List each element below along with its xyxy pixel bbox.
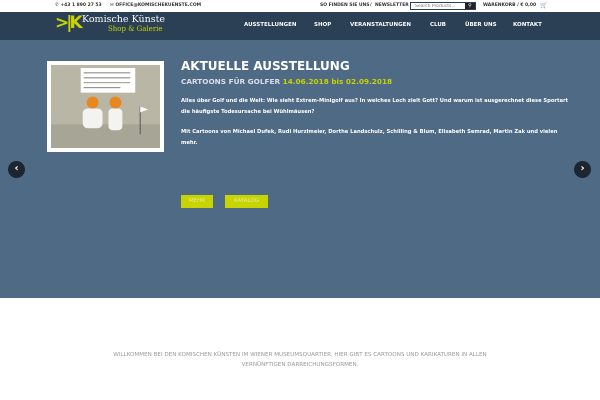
- logo-name: Komische Künste: [82, 14, 166, 25]
- cartoon-image[interactable]: [47, 61, 164, 152]
- hero-subtitle: CARTOONS FÜR GOLFER 14.06.2018 bis 02.09…: [181, 77, 392, 86]
- cart-icon[interactable]: 🛒: [540, 2, 547, 9]
- cart-link[interactable]: WARENKORB / € 0,00: [483, 3, 536, 8]
- nav-shop[interactable]: SHOP: [314, 22, 331, 28]
- logo-tagline: Shop & Galerie: [108, 25, 163, 33]
- separator: /: [370, 3, 372, 8]
- nav-ueber-uns[interactable]: ÜBER UNS: [465, 22, 497, 28]
- hero-artists: Mit Cartoons von Michael Dufek, Rudi Hur…: [181, 129, 558, 146]
- next-slide-button[interactable]: ›: [574, 161, 591, 178]
- email[interactable]: ✉ OFFICE@KOMISCHEKUENSTE.COM: [110, 3, 201, 8]
- phone[interactable]: ✆ +43 1 890 27 53: [55, 3, 102, 8]
- nav-ausstellungen[interactable]: AUSSTELLUNGEN: [244, 22, 297, 28]
- newsletter-link[interactable]: NEWSLETTER: [375, 3, 409, 8]
- welcome-text: WILLKOMMEN BEI DEN KOMISCHEN KÜNSTEN IM …: [113, 352, 487, 368]
- main-nav: >|K Komische Künste Shop & Galerie AUSST…: [0, 12, 600, 40]
- hero-title: AKTUELLE AUSSTELLUNG: [181, 59, 350, 73]
- search-box: ⚲: [410, 2, 476, 10]
- more-button[interactable]: MEHR: [181, 195, 213, 208]
- catalog-button[interactable]: KATALOG: [225, 195, 268, 208]
- nav-club[interactable]: CLUB: [430, 22, 446, 28]
- find-us-link[interactable]: SO FINDEN SIE UNS: [320, 3, 370, 8]
- logo-mark: >|K: [55, 13, 83, 33]
- nav-kontakt[interactable]: KONTAKT: [513, 22, 542, 28]
- exhibition-dates: 14.06.2018 bis 02.09.2018: [282, 77, 393, 86]
- top-bar: ✆ +43 1 890 27 53 ✉ OFFICE@KOMISCHEKUENS…: [0, 0, 600, 12]
- search-icon[interactable]: ⚲: [465, 3, 475, 9]
- hero-slider: AKTUELLE AUSSTELLUNG CARTOONS FÜR GOLFER…: [0, 40, 600, 298]
- exhibition-name: CARTOONS FÜR GOLFER: [181, 77, 281, 86]
- hero-description: Alles über Golf und die Welt: Wie sieht …: [181, 98, 568, 115]
- nav-veranstaltungen[interactable]: VERANSTALTUNGEN: [350, 22, 411, 28]
- search-input[interactable]: [411, 3, 465, 9]
- prev-slide-button[interactable]: ‹: [8, 161, 25, 178]
